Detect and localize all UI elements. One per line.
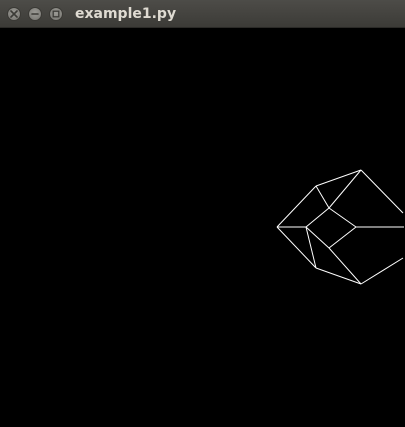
cube-edge: [305, 226, 317, 269]
title-bar[interactable]: example1.py: [0, 0, 405, 28]
close-button[interactable]: [7, 7, 21, 21]
cube-edge: [360, 169, 404, 214]
cube-edge: [276, 185, 317, 228]
maximize-button[interactable]: [49, 7, 63, 21]
cube-edge: [305, 226, 330, 249]
close-icon: [10, 10, 18, 18]
window-title: example1.py: [75, 6, 177, 22]
cube-edge: [360, 257, 404, 285]
minimize-icon: [31, 13, 39, 15]
cube-edge: [315, 185, 330, 209]
cube-edge: [276, 226, 317, 269]
cube-edge: [328, 226, 357, 249]
cube-edge: [305, 207, 330, 228]
drawing-canvas[interactable]: [0, 28, 405, 427]
app-window: example1.py: [0, 0, 405, 427]
cube-drawing: [276, 169, 404, 285]
minimize-button[interactable]: [28, 7, 42, 21]
maximize-icon: [52, 10, 60, 18]
cube-edge: [328, 207, 357, 228]
